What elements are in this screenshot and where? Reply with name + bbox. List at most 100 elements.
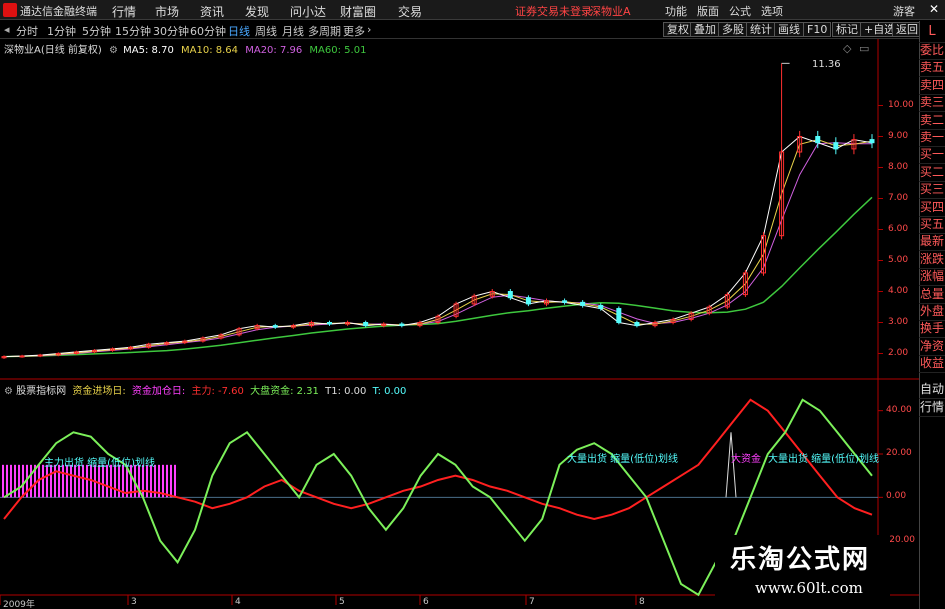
menu-trade[interactable]: 交易 xyxy=(398,3,422,20)
sidebar-item-17[interactable]: 净资 xyxy=(919,338,945,356)
sidebar-item-9[interactable]: 买四 xyxy=(919,199,945,217)
candle-2 xyxy=(37,354,43,357)
menu-guest[interactable]: 游客 xyxy=(893,3,915,19)
fund-bar-14 xyxy=(58,464,60,498)
sidebar-item-8[interactable]: 买三 xyxy=(919,181,945,200)
period-more[interactable]: 更多 xyxy=(343,23,365,39)
fund-bar-17 xyxy=(70,464,72,498)
app-logo-icon xyxy=(3,3,17,17)
candle-46 xyxy=(833,142,839,150)
collapse-icon[interactable]: ▭ xyxy=(859,42,869,55)
sidebar-item-12[interactable]: 涨跌 xyxy=(919,251,945,269)
candle-28 xyxy=(507,291,513,299)
tool-f10[interactable]: F10 xyxy=(803,22,832,37)
sidebar-item-16[interactable]: 换手 xyxy=(919,320,945,339)
main-legend: 深物业A(日线 前复权) ⚙ MA5: 8.70 MA10: 8.64 MA20… xyxy=(4,41,366,56)
fund-bar-24 xyxy=(98,464,100,498)
period-daily[interactable]: 日线 xyxy=(228,23,250,39)
period-weekly[interactable]: 周线 xyxy=(255,23,277,39)
sidebar-item-3[interactable]: 卖三 xyxy=(919,94,945,113)
period-minute[interactable]: 分时 xyxy=(16,23,38,39)
sidebar-item-11[interactable]: 最新 xyxy=(919,233,945,252)
candles xyxy=(1,62,875,359)
sidebar-item-14[interactable]: 总量 xyxy=(919,286,945,304)
sidebar-item-13[interactable]: 涨幅 xyxy=(919,268,945,287)
ind-ytick-0: 40.00 xyxy=(886,404,912,415)
left-arrow-icon[interactable]: ◂ xyxy=(4,23,10,36)
sidebar-item-5[interactable]: 卖一 xyxy=(919,129,945,147)
sidebar-item-10[interactable]: 买五 xyxy=(919,216,945,234)
period-monthly[interactable]: 月线 xyxy=(282,23,304,39)
tool-back[interactable]: 返回 xyxy=(892,22,922,37)
chart-area[interactable] xyxy=(0,39,919,609)
fund-bar-12 xyxy=(50,464,52,498)
menu-market[interactable]: 市场 xyxy=(155,3,179,20)
main-ytick-2: 8.00 xyxy=(888,161,909,172)
xtick-1: 3 xyxy=(131,597,137,607)
fund-bar-21 xyxy=(86,464,88,498)
xtick-5: 7 xyxy=(529,597,535,607)
fund-bar-40 xyxy=(162,464,164,498)
period-5min[interactable]: 5分钟 xyxy=(82,23,111,39)
sidebar-item-15[interactable]: 外盘 xyxy=(919,303,945,321)
candle-1 xyxy=(19,355,25,358)
indicator-legend: ⚙ 股票指标网 资金进场日: 资金加仓日: 主力: -7.60 大盘资金: 2.… xyxy=(4,382,406,397)
annotation-2: 大量出货 缩量(低位)划线 xyxy=(567,454,678,465)
fund-bar-18 xyxy=(74,464,76,498)
menu-formula[interactable]: 公式 xyxy=(729,3,751,19)
sidebar-item-4[interactable]: 卖二 xyxy=(919,112,945,130)
t-label: T: 0.00 xyxy=(372,386,407,397)
ind-ytick-2: 0.00 xyxy=(886,491,907,502)
menu-wealth[interactable]: 财富圈 xyxy=(340,3,376,20)
menu-ask[interactable]: 问小达 xyxy=(290,3,326,20)
market-fund-label: 大盘资金: 2.31 xyxy=(250,386,319,397)
menu-discover[interactable]: 发现 xyxy=(245,3,269,20)
sidebar-toggle[interactable]: L xyxy=(919,21,945,43)
sidebar-item-0[interactable]: 委比 xyxy=(919,42,945,60)
main-ytick-3: 7.00 xyxy=(888,192,909,203)
quote-sidebar: L 委比 卖五 卖四 卖三 卖二 卖一 买一 买二 买三 买四 买五 最新 涨跌 涨幅 总量 外盘 换手 净资 收益… xyxy=(919,21,945,609)
menu-layout[interactable]: 版面 xyxy=(697,3,719,19)
candle-45 xyxy=(815,136,821,144)
more-arrow-icon[interactable]: › xyxy=(367,23,371,36)
sidebar-item-6[interactable]: 买一 xyxy=(919,146,945,165)
tool-overlay[interactable]: 叠加 xyxy=(690,22,720,37)
fund-bar-35 xyxy=(142,464,144,498)
period-multi[interactable]: 多周期 xyxy=(308,23,341,39)
period-60min[interactable]: 60分钟 xyxy=(190,23,226,39)
xtick-0: 2009年 xyxy=(3,600,35,609)
tool-adjust[interactable]: 复权 xyxy=(663,22,693,37)
sidebar-item-1[interactable]: 卖五 xyxy=(919,59,945,78)
close-icon[interactable]: ✕ xyxy=(927,2,941,16)
sidebar-item-18[interactable]: 收益 xyxy=(919,355,945,374)
period-15min[interactable]: 15分钟 xyxy=(115,23,151,39)
watermark: 乐淘公式网 www.60lt.com xyxy=(715,535,890,605)
tool-mark[interactable]: 标记 xyxy=(832,22,862,37)
sidebar-item-7[interactable]: 买二 xyxy=(919,164,945,182)
menu-news[interactable]: 资讯 xyxy=(200,3,224,20)
tool-multistock[interactable]: 多股 xyxy=(718,22,748,37)
x-ticks xyxy=(0,595,637,605)
fund-bar-4 xyxy=(18,464,20,498)
sidebar-item-2[interactable]: 卖四 xyxy=(919,77,945,95)
candle-33 xyxy=(598,304,604,310)
menu-options[interactable]: 选项 xyxy=(761,3,783,19)
period-30min[interactable]: 30分钟 xyxy=(153,23,189,39)
indicator-title: 股票指标网 xyxy=(16,386,67,397)
menubar: 通达信金融终端 行情 市场 资讯 发现 问小达 财富圈 交易 证券交易未登录 深… xyxy=(0,0,945,20)
fund-bar-20 xyxy=(82,464,84,498)
tool-draw[interactable]: 画线 xyxy=(774,22,804,37)
settings-icon[interactable]: ⚙ xyxy=(109,45,118,56)
candle-29 xyxy=(525,297,531,305)
tool-stats[interactable]: 统计 xyxy=(746,22,776,37)
fund-bar-42 xyxy=(170,464,172,498)
diamond-icon[interactable]: ◇ xyxy=(843,42,851,55)
menu-quotes[interactable]: 行情 xyxy=(112,3,136,20)
sidebar-bottom-1[interactable]: 行情 xyxy=(919,399,945,417)
indicator-settings-icon[interactable]: ⚙ xyxy=(4,386,13,397)
annotation-1: 主力出货 缩量(低位)划线 xyxy=(44,458,155,469)
sidebar-bottom-0[interactable]: 自动 xyxy=(919,381,945,399)
period-1min[interactable]: 1分钟 xyxy=(47,23,76,39)
login-warning[interactable]: 证券交易未登录 xyxy=(515,3,592,19)
menu-function[interactable]: 功能 xyxy=(665,3,687,19)
